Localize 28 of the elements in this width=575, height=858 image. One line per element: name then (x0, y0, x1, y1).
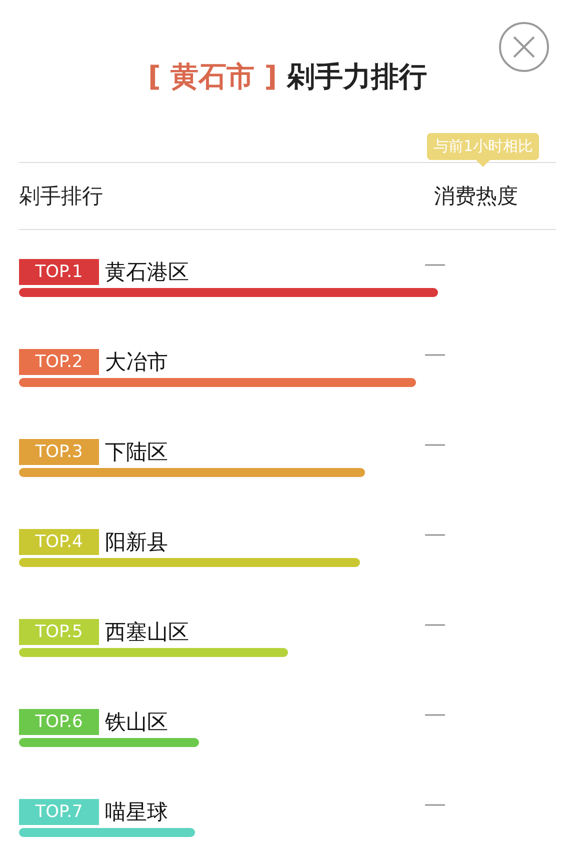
trend-value: — (424, 342, 446, 367)
rank-badge: TOP.7 (19, 799, 99, 825)
trend-value: — (424, 702, 446, 727)
district-name: 西塞山区 (105, 619, 189, 646)
tooltip-arrow (476, 160, 490, 167)
column-header: 剁手排行 (19, 183, 103, 210)
rank-badge: TOP.1 (19, 259, 99, 285)
district-name: 下陆区 (105, 439, 168, 466)
rank-badge: TOP.3 (19, 439, 99, 465)
district-name: 铁山区 (105, 709, 168, 736)
close-icon (512, 35, 536, 59)
rank-badge: TOP.2 (19, 349, 99, 375)
column-header: 消费热度 (434, 183, 518, 210)
close-button[interactable] (499, 22, 549, 72)
trend-value: — (424, 612, 446, 637)
rank-badge: TOP.6 (19, 709, 99, 735)
rank-badge: TOP.5 (19, 619, 99, 645)
trend-value: — (424, 252, 446, 277)
rank-badge: TOP.4 (19, 529, 99, 555)
trend-value: — (424, 522, 446, 547)
district-name: 黄石港区 (105, 259, 189, 286)
trend-value: — (424, 432, 446, 457)
page-title: 剁手力排行 (287, 59, 428, 95)
trend-value: — (424, 792, 446, 817)
district-name: 阳新县 (105, 529, 168, 556)
district-name: 喵星球 (105, 799, 168, 826)
district-name: 大冶市 (105, 349, 168, 376)
city-name: [ 黄石市 ] (148, 59, 278, 95)
